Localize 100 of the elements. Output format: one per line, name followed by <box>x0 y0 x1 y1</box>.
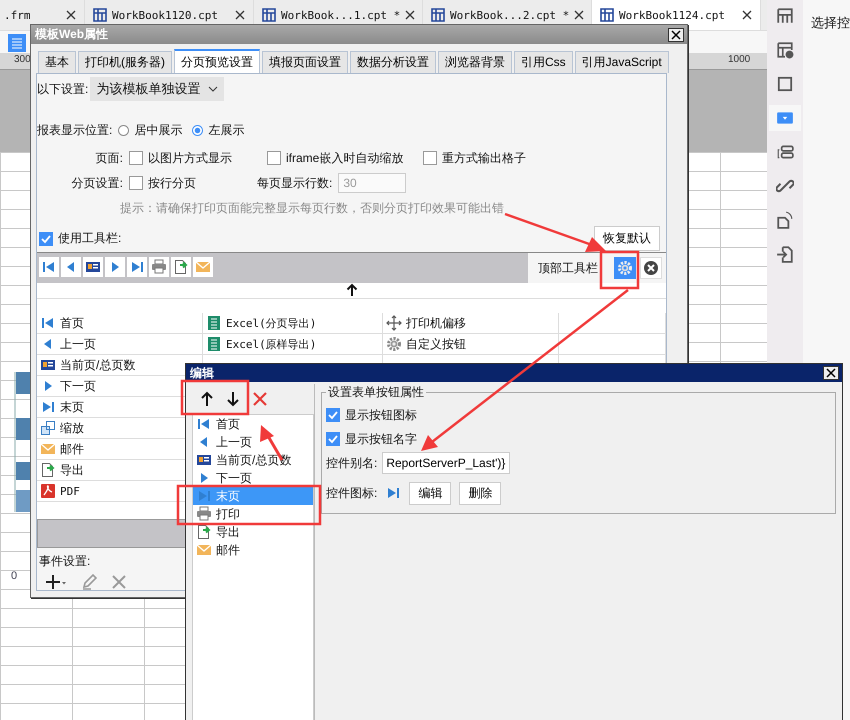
field-label: 分页设置: <box>70 174 123 192</box>
option-label: 左展示 <box>208 122 244 139</box>
tab[interactable]: 打印机(服务器) <box>78 51 172 73</box>
close-icon[interactable] <box>66 10 76 20</box>
spreadsheet-icon <box>206 336 222 352</box>
field-label: 每页显示行数: <box>257 174 332 192</box>
table-icon <box>600 8 614 22</box>
list-item[interactable]: 导出 <box>193 523 313 541</box>
toolbar-button-option[interactable]: 下一页 <box>40 378 96 395</box>
tab[interactable]: 分页预览设置 <box>174 49 260 73</box>
tab[interactable]: 数据分析设置 <box>350 51 436 73</box>
table-icon <box>93 8 107 22</box>
toolbar-button-option[interactable]: Excel(分页导出) <box>206 315 316 332</box>
panel-text: 选择控 <box>811 15 850 30</box>
toolbar-button-option[interactable]: 当前页/总页数 <box>40 356 136 374</box>
toolbar-button-option[interactable]: 导出 <box>40 462 84 479</box>
checkbox[interactable] <box>39 232 53 246</box>
toolbar-button-option[interactable]: 邮件 <box>40 440 84 458</box>
zoom-icon <box>40 420 56 436</box>
close-icon[interactable] <box>405 10 416 20</box>
close-icon[interactable] <box>742 10 752 20</box>
pdf-icon <box>40 483 56 500</box>
last-page-icon <box>196 488 212 504</box>
first-page-icon <box>196 416 212 432</box>
layout-icon <box>776 7 794 25</box>
page-number-icon[interactable] <box>85 259 101 275</box>
rotate-icon <box>776 211 794 229</box>
tab[interactable]: 填报页面设置 <box>262 51 348 73</box>
remove-button[interactable] <box>640 257 662 280</box>
list-item[interactable]: 打印 <box>193 505 313 523</box>
list-item[interactable]: 首页 <box>193 415 313 433</box>
option-label: 使用工具栏: <box>58 230 122 247</box>
up-arrow-icon[interactable] <box>346 283 358 298</box>
toolbar-button-option[interactable]: 末页 <box>40 398 84 416</box>
ruler-label: 1000 <box>728 54 750 65</box>
ruler-label: 300 <box>14 54 31 65</box>
delete-icon[interactable] <box>111 574 127 590</box>
close-icon[interactable] <box>235 10 245 20</box>
list-item[interactable]: 下一页 <box>193 469 313 487</box>
move-down-icon[interactable] <box>226 391 240 407</box>
dialog-button[interactable]: 编辑 <box>409 482 452 504</box>
toolbar-position-label: 顶部工具栏 <box>538 260 598 277</box>
pencil-icon[interactable] <box>81 574 97 590</box>
field-label: 以下设置: <box>37 80 88 98</box>
highlight-box <box>600 250 640 290</box>
field-label: 控件图标: <box>326 484 378 502</box>
toolbar-button-option[interactable]: 缩放 <box>40 420 84 437</box>
scope-dropdown[interactable]: 为该模板单独设置 <box>90 77 224 101</box>
export-icon[interactable] <box>173 259 189 275</box>
alias-input[interactable]: ReportServerP_Last')} <box>382 452 510 474</box>
chevron-down-icon[interactable] <box>208 86 218 92</box>
import-icon <box>776 245 794 263</box>
add-icon[interactable] <box>45 574 67 590</box>
window-title: 编辑 <box>190 364 214 382</box>
delete-icon[interactable] <box>252 391 268 407</box>
section-label: 事件设置: <box>39 554 90 568</box>
table-info-icon <box>776 41 794 59</box>
close-icon[interactable] <box>574 10 584 20</box>
toolbar-button-option[interactable]: 上一页 <box>40 336 96 353</box>
table-icon <box>262 8 276 22</box>
field-label: 报表显示位置: <box>37 122 112 139</box>
align-icon[interactable] <box>8 34 26 52</box>
move-up-icon[interactable] <box>200 391 214 407</box>
checkbox[interactable] <box>423 151 437 166</box>
printer-icon <box>196 506 212 522</box>
page-number-icon <box>196 452 212 468</box>
radio-button[interactable] <box>118 124 130 136</box>
toolbar-button-option[interactable]: 打印机偏移 <box>386 314 466 332</box>
toolbar-button-option[interactable]: 自定义按钮 <box>386 336 466 353</box>
highlight-box <box>180 380 250 416</box>
option-label: iframe嵌入时自动缩放 <box>286 150 404 167</box>
toolbar-button[interactable] <box>769 105 801 131</box>
dialog-button[interactable]: 删除 <box>459 482 502 504</box>
checkbox[interactable] <box>326 408 340 422</box>
table-icon <box>431 8 445 22</box>
first-page-icon[interactable] <box>41 259 57 275</box>
tab[interactable]: 引用Css <box>514 51 573 73</box>
close-button[interactable] <box>823 366 839 380</box>
option-label: 重方式输出格子 <box>442 150 526 167</box>
printer-icon[interactable] <box>151 259 167 275</box>
frame-icon <box>776 75 794 93</box>
list-item[interactable]: 邮件 <box>193 541 313 559</box>
checkbox[interactable] <box>129 176 143 190</box>
option-label: 以图片方式显示 <box>148 150 232 167</box>
tab[interactable]: 基本 <box>38 51 76 73</box>
close-button[interactable] <box>668 28 684 42</box>
tab[interactable]: 引用JavaScript <box>574 51 669 73</box>
checkbox[interactable] <box>267 151 281 166</box>
radio-button[interactable] <box>192 124 204 136</box>
option-label: 按行分页 <box>148 174 196 192</box>
toolbar-button-option[interactable]: 首页 <box>40 314 84 332</box>
list-item[interactable]: 上一页 <box>193 433 313 451</box>
checkbox[interactable] <box>326 432 340 446</box>
checkbox[interactable] <box>129 151 143 166</box>
restore-default-button[interactable]: 恢复默认 <box>594 226 660 251</box>
move-icon <box>386 315 402 332</box>
tab[interactable]: 浏览器背景 <box>438 51 512 73</box>
toolbar-button-option[interactable]: PDF <box>40 483 80 500</box>
last-page-icon[interactable] <box>129 259 145 275</box>
toolbar-button-option[interactable]: Excel(原样导出) <box>206 336 316 352</box>
